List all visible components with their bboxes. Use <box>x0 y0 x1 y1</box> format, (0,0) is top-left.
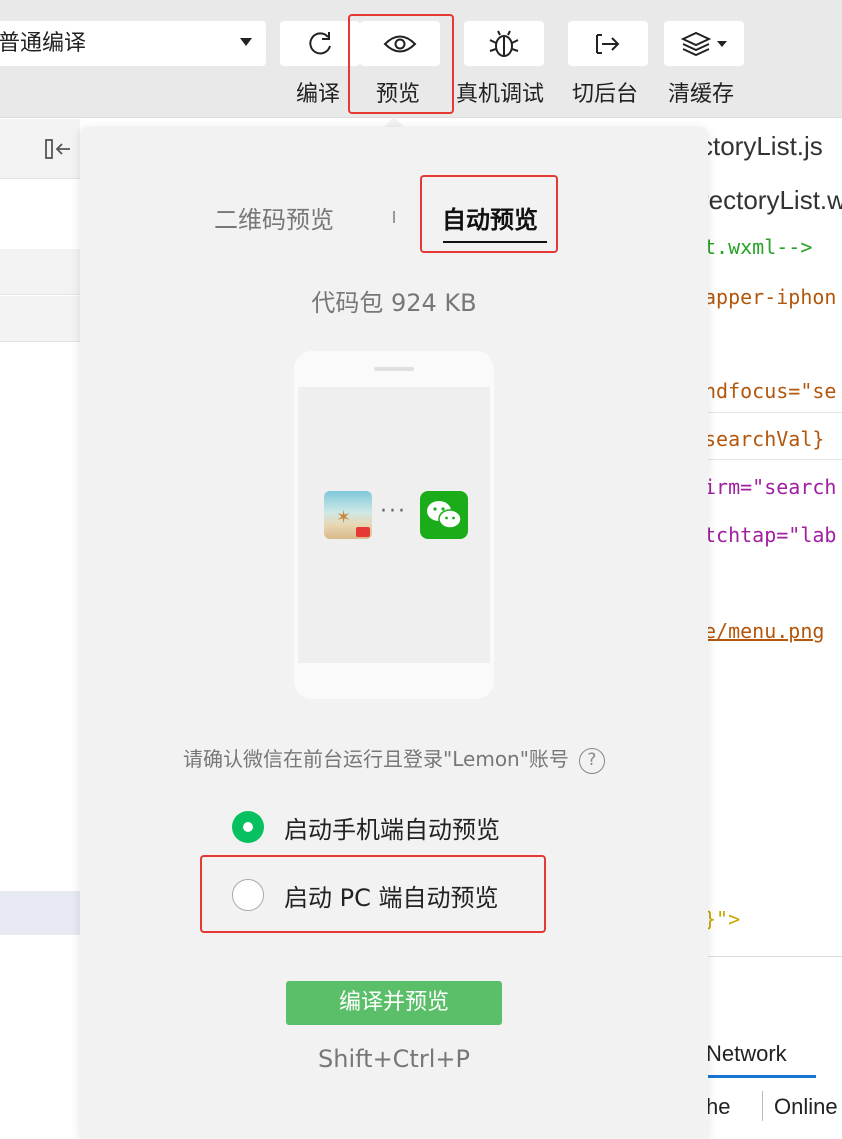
explorer-header <box>0 119 80 179</box>
throttling-select[interactable]: Online <box>774 1094 838 1120</box>
line-divider <box>700 412 842 413</box>
code-line: ndfocus="se <box>704 379 837 403</box>
switch-background-label: 切后台 <box>572 82 639 107</box>
compile-label: 编译 <box>296 82 341 107</box>
code-line: }"> <box>704 907 741 931</box>
refresh-icon <box>309 31 331 54</box>
editor-tab-js[interactable]: ctoryList.js <box>700 131 823 162</box>
active-tab-underline <box>443 241 547 243</box>
compile-mode-value: 普通编译 <box>0 31 87 56</box>
code-line: t.wxml--> <box>704 235 813 259</box>
tab-network[interactable]: Network <box>706 1041 787 1067</box>
compile-button[interactable] <box>280 21 360 66</box>
remote-debug-label: 真机调试 <box>456 82 545 107</box>
login-confirm-hint: 请确认微信在前台运行且登录"Lemon"账号? <box>80 743 708 774</box>
preview-label: 预览 <box>376 82 421 107</box>
wechat-icon <box>420 491 468 539</box>
starfish-icon: ✶ <box>336 507 352 528</box>
explorer-row[interactable] <box>0 296 80 342</box>
explorer-row[interactable] <box>0 249 80 295</box>
phone-speaker <box>374 367 414 371</box>
clear-cache-label: 清缓存 <box>668 82 735 107</box>
radio-pc-auto-preview[interactable]: 启动 PC 端自动预览 <box>232 875 499 915</box>
active-tab-indicator <box>700 1075 816 1078</box>
help-icon[interactable]: ? <box>578 747 605 774</box>
tab-qrcode-preview[interactable]: 二维码预览 <box>214 200 334 235</box>
login-confirm-text: 请确认微信在前台运行且登录"Lemon"账号 <box>183 747 569 771</box>
line-divider <box>700 459 842 460</box>
flag-icon <box>356 527 370 537</box>
code-editor-panel: ctoryList.js rectoryList.w t.wxml--> app… <box>700 119 842 1139</box>
radio-label: 启动手机端自动预览 <box>284 815 500 844</box>
miniprogram-app-icon: ✶ <box>324 491 372 539</box>
layers-icon <box>681 31 711 56</box>
phone-screen: ✶ ··· <box>298 387 490 663</box>
chevron-down-icon <box>240 38 252 46</box>
devtools-divider <box>700 956 842 957</box>
switch-background-button[interactable] <box>568 21 648 66</box>
radio-unchecked-icon[interactable] <box>232 879 264 911</box>
radio-label: 启动 PC 端自动预览 <box>284 883 499 912</box>
ellipsis-icon: ··· <box>380 499 407 524</box>
clear-cache-button[interactable] <box>664 21 744 66</box>
eye-icon <box>383 35 417 52</box>
preview-popup: 二维码预览 自动预览 代码包 924 KB ✶ ··· 请确认微信在前台运行且登… <box>80 127 708 1139</box>
phone-illustration: ✶ ··· <box>294 351 494 699</box>
compile-and-preview-button[interactable]: 编译并预览 <box>286 981 502 1025</box>
code-line: tchtap="lab <box>704 523 837 547</box>
radio-phone-auto-preview[interactable]: 启动手机端自动预览 <box>232 807 500 847</box>
editor-tab-wxml[interactable]: rectoryList.w <box>700 185 842 216</box>
tab-separator <box>393 211 395 223</box>
compile-mode-select[interactable]: 普通编译 <box>0 21 266 66</box>
explorer-selected-row[interactable] <box>0 891 80 935</box>
toolbar-separator <box>762 1091 763 1121</box>
shortcut-hint: Shift+Ctrl+P <box>318 1045 470 1073</box>
code-line: e/menu.png <box>704 619 825 643</box>
code-line: searchVal} <box>704 427 825 451</box>
code-line: apper-iphon <box>704 285 837 309</box>
remote-debug-button[interactable] <box>464 21 544 66</box>
tab-auto-preview[interactable]: 自动预览 <box>442 200 538 235</box>
popup-arrow <box>384 117 404 127</box>
chevron-down-icon <box>717 40 727 47</box>
code-line: irm="search <box>704 475 837 499</box>
switch-background-icon <box>596 33 620 54</box>
preview-button[interactable] <box>360 21 440 66</box>
file-explorer-panel <box>0 119 80 1139</box>
radio-checked-icon[interactable] <box>232 811 264 843</box>
disable-cache-label[interactable]: he <box>706 1094 730 1120</box>
package-size: 代码包 924 KB <box>311 289 477 317</box>
collapse-sidebar-icon[interactable] <box>44 137 74 161</box>
bug-icon <box>489 30 519 57</box>
toolbar: 普通编译 编译 预览 真机调试 切后台 清缓存 <box>0 0 842 118</box>
